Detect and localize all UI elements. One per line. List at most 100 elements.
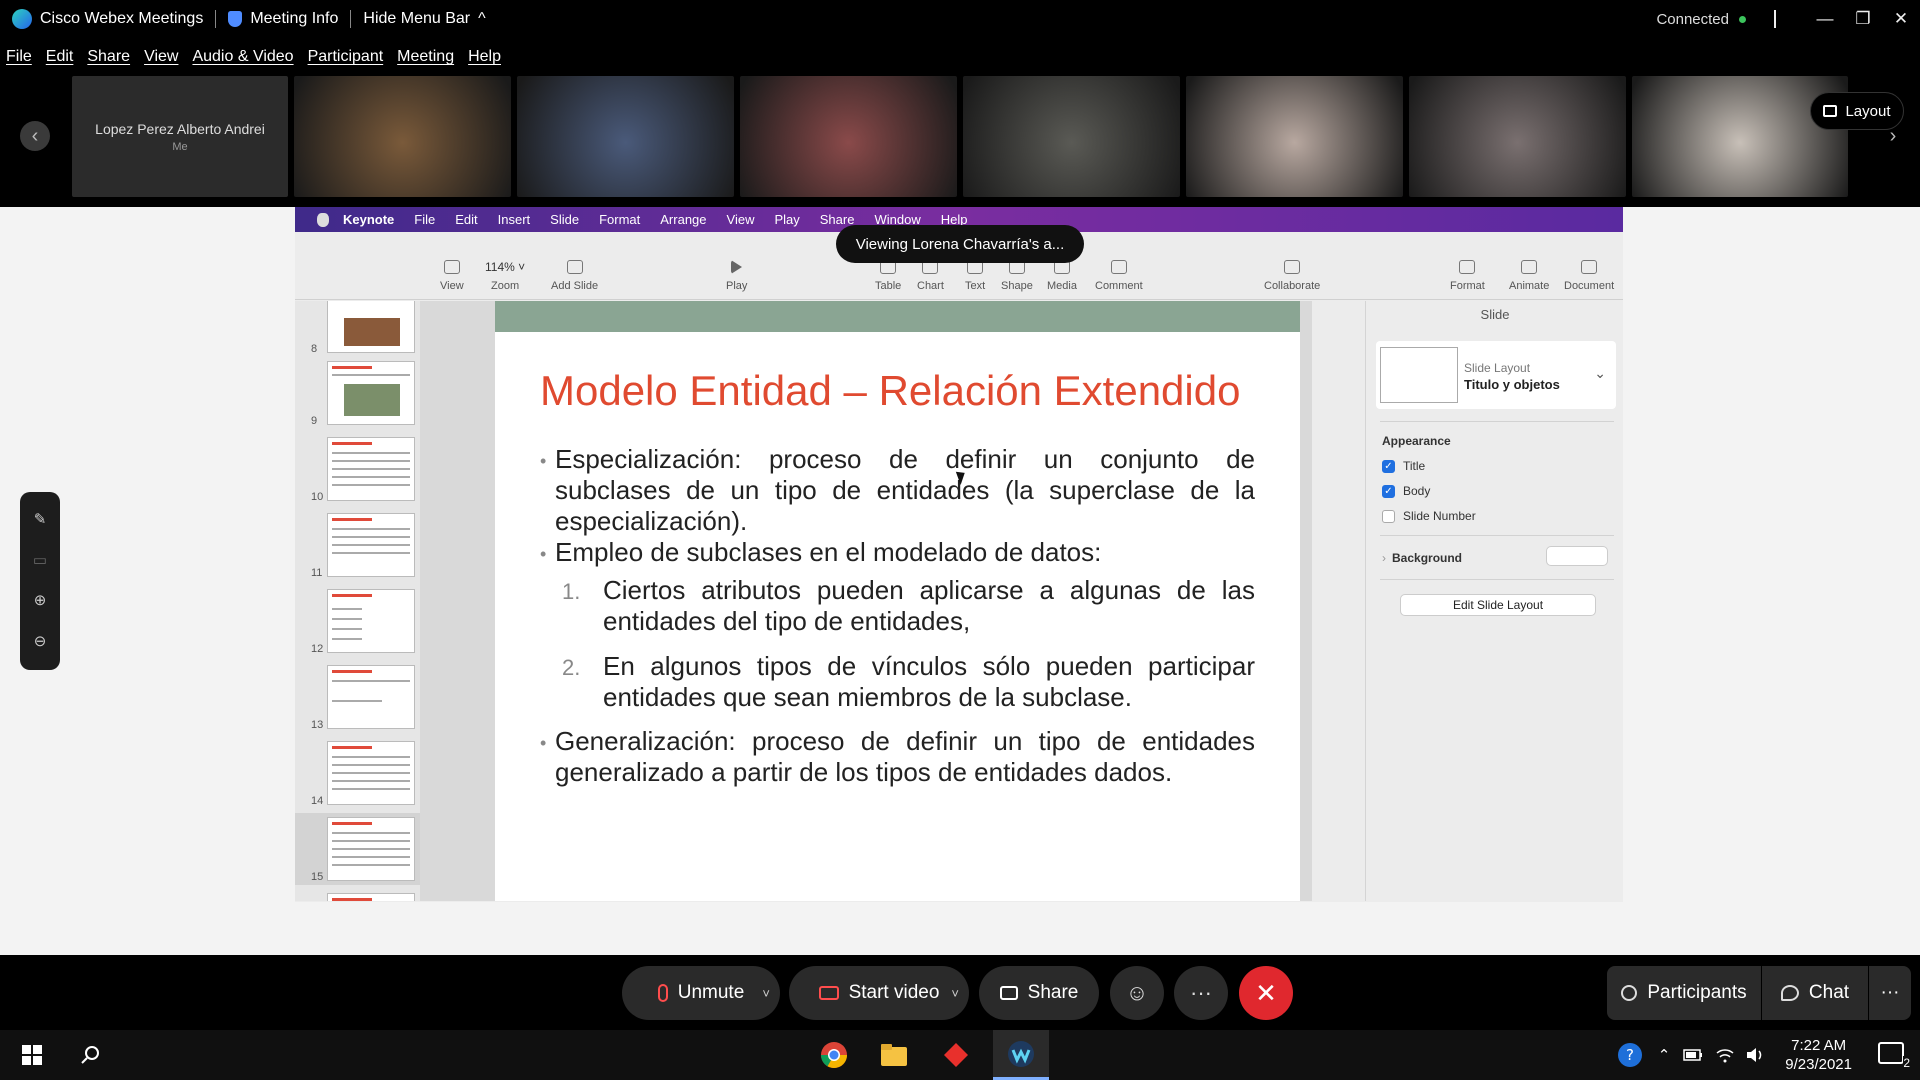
- more-options-button[interactable]: ···: [1174, 966, 1228, 1020]
- more-panels-button[interactable]: ···: [1869, 966, 1911, 1020]
- minimize-button[interactable]: —: [1806, 9, 1844, 29]
- toolbar-table-label: Table: [875, 280, 902, 292]
- reactions-button[interactable]: ☺: [1110, 966, 1164, 1020]
- participant-video-tile[interactable]: [294, 76, 511, 197]
- toolbar-animate: Animate: [1509, 260, 1549, 292]
- end-meeting-button[interactable]: ✕: [1239, 966, 1293, 1020]
- unmute-label: Unmute: [677, 982, 745, 1003]
- annotation-toolbar: ✎ ▭ ⊕ ⊖: [20, 492, 60, 670]
- menu-share[interactable]: Share: [87, 48, 130, 66]
- layout-icon: [1823, 105, 1838, 117]
- chevron-left-icon: ‹: [31, 124, 39, 147]
- mac-menu-file: File: [414, 212, 436, 227]
- shield-icon: [228, 11, 243, 27]
- participant-video-tile[interactable]: [740, 76, 957, 197]
- wifi-tray-icon[interactable]: [1712, 1030, 1738, 1080]
- meeting-info-label: Meeting Info: [250, 10, 339, 27]
- webex-logo-icon: [12, 9, 32, 29]
- more-icon: ···: [1880, 982, 1900, 1003]
- toolbar-format: Format: [1450, 260, 1485, 292]
- taskbar-chrome[interactable]: [810, 1030, 858, 1080]
- close-button[interactable]: ✕: [1882, 9, 1920, 29]
- inspector-tab: Slide: [1480, 307, 1510, 322]
- chevron-down-icon[interactable]: ˅: [762, 986, 770, 1001]
- slide-header-band: [495, 301, 1300, 332]
- menu-bar: File Edit Share View Audio & Video Parti…: [0, 44, 1920, 70]
- battery-icon: [1683, 1049, 1702, 1061]
- svg-text:?: ?: [1626, 1046, 1634, 1064]
- participants-button[interactable]: Participants: [1607, 966, 1761, 1020]
- volume-tray-icon[interactable]: [1742, 1030, 1768, 1080]
- strip-prev-button[interactable]: ‹: [20, 121, 50, 151]
- thumbnail-image: [327, 437, 415, 501]
- participant-video-tile[interactable]: [517, 76, 734, 197]
- chevron-down-icon[interactable]: ˅: [951, 986, 959, 1001]
- share-screen-icon: [999, 986, 1018, 1000]
- share-button[interactable]: Share: [979, 966, 1099, 1020]
- chevron-up-icon[interactable]: ⌃: [1652, 1030, 1676, 1080]
- toolbar-media: Media: [1047, 260, 1077, 292]
- list-number: 2.: [562, 655, 581, 680]
- strip-next-button[interactable]: ›: [1878, 121, 1908, 151]
- inspector-panel: Slide Slide Layout Titulo y objetos ⌄ Ap…: [1365, 301, 1623, 901]
- thumbnail-image: [327, 817, 415, 881]
- menu-edit[interactable]: Edit: [46, 48, 74, 66]
- chat-bubble-icon: [1780, 985, 1799, 1001]
- list-number: 1.: [562, 579, 581, 604]
- menu-meeting[interactable]: Meeting: [397, 48, 454, 66]
- more-icon: ···: [1190, 980, 1212, 1005]
- viewing-share-banner[interactable]: Viewing Lorena Chavarría's a...: [836, 225, 1084, 263]
- bullet-especializacion: Especialización: proceso de definir un c…: [555, 444, 1255, 536]
- pen-icon[interactable]: ✎: [32, 512, 48, 528]
- slide-thumbnail: 13: [295, 661, 420, 733]
- menu-view[interactable]: View: [144, 48, 178, 66]
- thumbnail-image: [327, 513, 415, 577]
- zoom-out-icon[interactable]: ⊖: [32, 633, 48, 650]
- participant-video-tile[interactable]: [1409, 76, 1626, 197]
- meeting-info-button[interactable]: Meeting Info: [216, 9, 350, 29]
- zoom-in-icon[interactable]: ⊕: [32, 593, 48, 609]
- taskbar-webex[interactable]: [993, 1030, 1049, 1080]
- menu-audio-video[interactable]: Audio & Video: [192, 48, 293, 66]
- battery-tray-icon[interactable]: [1680, 1030, 1706, 1080]
- start-button[interactable]: [12, 1030, 52, 1080]
- hide-menu-bar-button[interactable]: Hide Menu Bar ^: [351, 9, 497, 29]
- chat-button[interactable]: Chat: [1762, 966, 1868, 1020]
- wifi-icon: [1716, 1049, 1734, 1063]
- notification-center-button[interactable]: 2: [1878, 1042, 1910, 1070]
- layout-label: Layout: [1845, 102, 1891, 120]
- participant-video-tile[interactable]: [1186, 76, 1403, 197]
- menu-file[interactable]: File: [6, 48, 32, 66]
- slide-number: 12: [311, 643, 324, 655]
- play-icon: [731, 260, 743, 274]
- menu-participant[interactable]: Participant: [308, 48, 384, 66]
- webex-icon: [1008, 1040, 1034, 1067]
- eraser-icon[interactable]: ▭: [32, 552, 48, 569]
- taskbar-clock[interactable]: 7:22 AM 9/23/2021: [1785, 1036, 1852, 1074]
- help-tray-icon[interactable]: ?: [1615, 1030, 1645, 1080]
- slide-thumbnail: 11: [295, 509, 420, 581]
- slide-number: 14: [311, 795, 324, 807]
- menu-help[interactable]: Help: [468, 48, 501, 66]
- bullet-icon: •: [540, 451, 547, 471]
- slide-thumbnail: 14: [295, 737, 420, 809]
- participant-video-tile[interactable]: [1632, 76, 1848, 197]
- folder-icon: [881, 1044, 907, 1066]
- restore-button[interactable]: ❐: [1844, 9, 1882, 29]
- slide-number: 15: [311, 871, 324, 883]
- slide: Modelo Entidad – Relación Extendido • Es…: [495, 301, 1300, 901]
- start-video-button[interactable]: Start video ˅: [789, 966, 969, 1020]
- participant-video-tile[interactable]: [963, 76, 1180, 197]
- toolbar-add-slide-label: Add Slide: [551, 280, 599, 292]
- taskbar-file-explorer[interactable]: [870, 1030, 918, 1080]
- search-button[interactable]: [70, 1030, 110, 1080]
- bullet-generalizacion: Generalización: proceso de definir un ti…: [555, 726, 1255, 787]
- appearance-heading: Appearance: [1382, 434, 1451, 448]
- self-video-tile[interactable]: Lopez Perez Alberto Andrei Me: [72, 76, 288, 197]
- toolbar-document-label: Document: [1564, 280, 1615, 292]
- thumbnail-image: [327, 361, 415, 425]
- animate-icon: [1521, 260, 1538, 274]
- title-checkbox-label: Title: [1403, 459, 1426, 473]
- taskbar-app[interactable]: [932, 1030, 980, 1080]
- unmute-button[interactable]: Unmute ˅: [622, 966, 780, 1020]
